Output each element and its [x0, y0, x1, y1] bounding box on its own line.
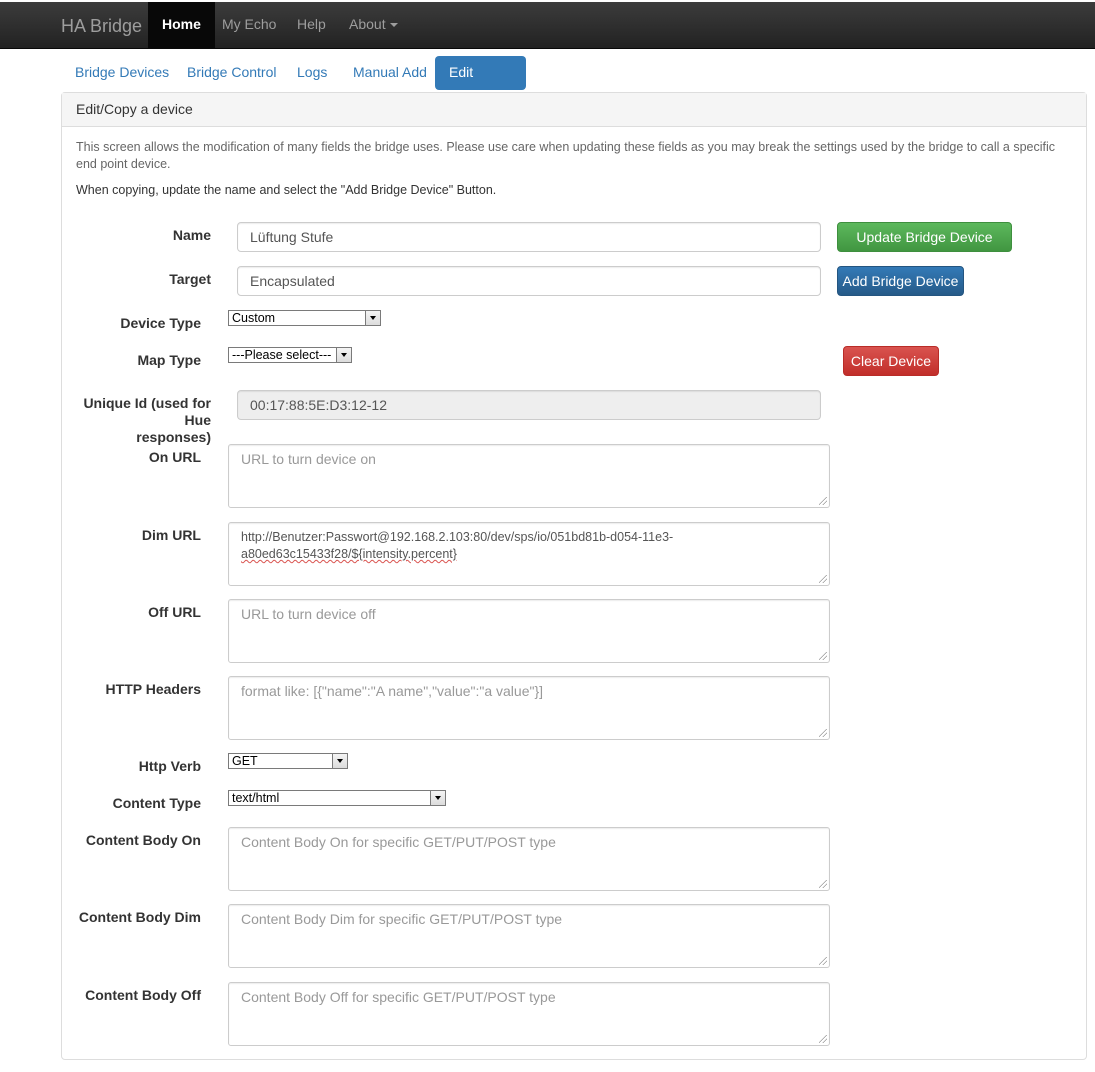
resize-handle-icon[interactable]	[819, 575, 827, 583]
tab-bridge-control[interactable]: Bridge Control	[187, 56, 277, 90]
content-body-dim-label: Content Body Dim	[78, 909, 201, 925]
content-type-label: Content Type	[112, 795, 201, 811]
map-type-value: ---Please select---	[232, 348, 332, 362]
nav-help[interactable]: Help	[297, 2, 326, 48]
http-verb-label: Http Verb	[138, 758, 201, 774]
map-type-select[interactable]: ---Please select---	[228, 347, 352, 363]
map-type-label: Map Type	[137, 352, 201, 368]
name-input[interactable]: Lüftung Stufe	[237, 222, 821, 252]
dropdown-arrow-icon	[332, 754, 347, 768]
resize-handle-icon[interactable]	[819, 729, 827, 737]
content-body-dim-textarea[interactable]: Content Body Dim for specific GET/PUT/PO…	[228, 904, 830, 968]
content-body-dim-placeholder: Content Body Dim for specific GET/PUT/PO…	[241, 911, 563, 927]
nav-home[interactable]: Home	[148, 2, 215, 48]
unique-id-label-line1: Unique Id (used for Hue	[83, 395, 211, 428]
on-url-textarea[interactable]: URL to turn device on	[228, 444, 830, 508]
http-headers-textarea[interactable]: format like: [{"name":"A name","value":"…	[228, 676, 830, 740]
content-body-on-placeholder: Content Body On for specific GET/PUT/POS…	[241, 834, 556, 850]
resize-handle-icon[interactable]	[819, 1035, 827, 1043]
content-body-on-label: Content Body On	[85, 832, 201, 848]
add-bridge-device-button[interactable]: Add Bridge Device	[837, 266, 964, 296]
http-verb-select[interactable]: GET	[228, 753, 348, 769]
dropdown-arrow-icon	[336, 348, 351, 362]
on-url-placeholder: URL to turn device on	[241, 451, 376, 467]
panel-title: Edit/Copy a device	[62, 93, 1086, 127]
resize-handle-icon[interactable]	[819, 497, 827, 505]
name-label: Name	[172, 227, 211, 243]
brand[interactable]: HA Bridge	[61, 16, 142, 37]
resize-handle-icon[interactable]	[819, 880, 827, 888]
tab-edit-device[interactable]: Edit Device	[435, 56, 526, 112]
target-input[interactable]: Encapsulated	[237, 266, 821, 296]
device-type-select[interactable]: Custom	[228, 310, 381, 326]
http-verb-value: GET	[232, 754, 258, 768]
device-type-value: Custom	[232, 311, 276, 325]
content-body-off-placeholder: Content Body Off for specific GET/PUT/PO…	[241, 989, 556, 1005]
unique-id-label-line2: responses)	[136, 429, 211, 445]
on-url-label: On URL	[148, 449, 201, 465]
dim-url-value-line1: http://Benutzer:Passwort@192.168.2.103:8…	[241, 530, 674, 544]
target-label: Target	[169, 271, 211, 287]
caret-down-icon	[389, 23, 398, 28]
tab-manual-add[interactable]: Manual Add	[353, 56, 427, 90]
resize-handle-icon[interactable]	[819, 652, 827, 660]
http-headers-placeholder: format like: [{"name":"A name","value":"…	[241, 683, 544, 699]
intro-text: This screen allows the modification of m…	[76, 140, 1056, 171]
dim-url-label: Dim URL	[141, 527, 201, 543]
tab-logs[interactable]: Logs	[297, 56, 327, 90]
navbar: HA Bridge Home My Echo Help About	[0, 2, 1095, 49]
unique-id-field: 00:17:88:5E:D3:12-12	[237, 390, 821, 420]
content-type-select[interactable]: text/html	[228, 790, 446, 806]
nav-my-echo[interactable]: My Echo	[222, 2, 276, 48]
dropdown-arrow-icon	[365, 311, 380, 325]
tab-bridge-devices[interactable]: Bridge Devices	[75, 56, 169, 90]
device-type-label: Device Type	[120, 315, 201, 331]
resize-handle-icon[interactable]	[819, 957, 827, 965]
off-url-textarea[interactable]: URL to turn device off	[228, 599, 830, 663]
content-type-value: text/html	[232, 791, 280, 805]
off-url-placeholder: URL to turn device off	[241, 606, 376, 622]
content-body-off-label: Content Body Off	[85, 987, 201, 1003]
nav-about-label: About	[349, 16, 386, 32]
update-bridge-device-button[interactable]: Update Bridge Device	[837, 222, 1012, 252]
clear-device-button[interactable]: Clear Device	[843, 346, 939, 376]
dim-url-value-line2: a80ed63c15433f28/${intensity.percent}	[241, 547, 457, 561]
dropdown-arrow-icon	[430, 791, 445, 805]
unique-id-label: Unique Id (used for Hue responses)	[60, 395, 211, 446]
content-body-off-textarea[interactable]: Content Body Off for specific GET/PUT/PO…	[228, 982, 830, 1046]
content-body-on-textarea[interactable]: Content Body On for specific GET/PUT/POS…	[228, 827, 830, 891]
http-headers-label: HTTP Headers	[105, 681, 201, 697]
nav-about[interactable]: About	[349, 2, 398, 48]
dim-url-textarea[interactable]: http://Benutzer:Passwort@192.168.2.103:8…	[228, 522, 830, 586]
copy-hint-text: When copying, update the name and select…	[76, 183, 497, 197]
off-url-label: Off URL	[148, 604, 201, 620]
